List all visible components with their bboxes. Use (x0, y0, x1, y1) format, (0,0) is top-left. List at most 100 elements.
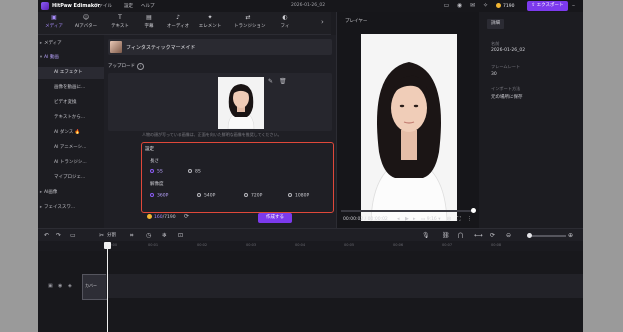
sidebar-item-my-projects[interactable]: マイプロジェ... (38, 172, 104, 184)
sidebar-item-label: AI アニメーシ... (54, 145, 87, 150)
visibility-icon[interactable]: ◉ (58, 283, 62, 289)
upload-hint: 人物の顔が写っている画像は、正面を向いた鮮明な画像を推奨してください。 (142, 132, 282, 137)
resolution-option-1080p[interactable]: 1080P (288, 193, 309, 199)
sidebar-item-ai-animation[interactable]: AI アニメーシ... (38, 142, 104, 154)
ruler-tick: 00:04 (295, 243, 306, 247)
sidebar-item-text-to-video[interactable]: テキストから... (38, 112, 104, 124)
account-icon[interactable]: ◉ (456, 2, 463, 9)
tab-details[interactable]: 詳細 (487, 19, 504, 29)
upload-area[interactable]: ✎ 🗑 (108, 73, 332, 131)
credit-balance[interactable]: 7190 (496, 3, 514, 9)
cover-clip[interactable]: カバー (82, 274, 108, 300)
radio-selected-icon (150, 169, 154, 173)
model-card[interactable]: フィンタスティックマーメイド (108, 39, 332, 55)
microphone-icon[interactable]: 🎙 (422, 232, 430, 239)
scrubber-handle[interactable] (471, 208, 476, 213)
menu-file[interactable]: ファイル (94, 3, 112, 9)
delete-icon[interactable]: ▭ (70, 232, 76, 239)
freeze-icon[interactable]: ❄ (162, 232, 167, 239)
sidebar-item-ai-video[interactable]: ▾ AI 動画 (38, 52, 104, 64)
aspect-ratio-select[interactable]: ▭ 9:16 ▾ (421, 217, 441, 222)
fullscreen-icon[interactable]: ⛶ (457, 216, 461, 222)
credit-value: 7190 (503, 4, 515, 9)
playhead-handle[interactable] (104, 242, 111, 249)
tab-element[interactable]: ✦ エレメント (196, 14, 224, 32)
length-label: 長さ (150, 159, 159, 164)
loop-icon[interactable]: ⟳ (490, 232, 495, 239)
resolution-option-540p[interactable]: 540P (197, 193, 215, 199)
tab-audio[interactable]: ♪ オーディオ (164, 14, 192, 32)
detail-value-import: 元の場所に保存 (491, 95, 523, 100)
crop-icon[interactable]: ⌗ (130, 232, 133, 240)
coin-icon (496, 3, 501, 8)
zoom-slider[interactable] (532, 235, 566, 237)
fire-icon: 🔥 (74, 130, 81, 135)
zoom-slider-handle[interactable] (527, 233, 532, 238)
tab-ai-avatar[interactable]: ☺ AIアバター (72, 14, 100, 32)
sidebar-item-label: AI 動画 (44, 55, 59, 60)
player-scrubber[interactable] (341, 210, 475, 212)
radio-selected-icon (150, 193, 154, 197)
scissors-icon[interactable]: ✂ (99, 232, 104, 239)
redo-icon[interactable]: ↷ (56, 232, 61, 239)
coin-icon (147, 214, 152, 219)
sidebar-item-label: メディア (44, 41, 62, 46)
tab-transition[interactable]: ⇄ トランジション (234, 14, 266, 32)
length-option-label: 8S (195, 169, 201, 175)
transition-icon: ⇄ (245, 14, 251, 21)
tab-media[interactable]: ▣ メディア (40, 14, 68, 32)
speed-icon[interactable]: ◷ (146, 232, 151, 239)
sidebar-item-ai-transition[interactable]: AI トランジシ... (38, 157, 104, 169)
tab-text-label: テキスト (111, 24, 129, 29)
settings-box: 設定 長さ 5S 8S 解像度 360P 540P 720P 1080P (141, 142, 334, 213)
minimize-icon[interactable]: – (570, 2, 577, 9)
length-option-5s[interactable]: 5S (150, 169, 163, 175)
resolution-option-360p[interactable]: 360P (150, 193, 168, 199)
more-icon[interactable]: ⋮ (467, 216, 472, 222)
tab-subtitle[interactable]: ▤ 字幕 (135, 14, 163, 32)
audio-icon[interactable]: ◈ (68, 283, 72, 289)
trash-icon[interactable]: 🗑 (279, 78, 287, 85)
sidebar-item-media[interactable]: ▸ メディア (38, 38, 104, 50)
gift-icon[interactable]: ✧ (482, 2, 489, 9)
radio-icon (188, 169, 192, 173)
next-frame-icon[interactable]: ▸ (413, 216, 416, 222)
menu-settings[interactable]: 設定 (124, 3, 133, 9)
sidebar-item-ai-dance[interactable]: AI ダンス 🔥 (38, 127, 104, 139)
magnet-icon[interactable]: ⋂ (458, 232, 463, 239)
snapshot-icon[interactable]: ◎ (447, 216, 451, 222)
refresh-icon[interactable]: ⟳ (184, 213, 189, 220)
play-icon[interactable]: ▶ (405, 216, 409, 222)
info-icon[interactable]: i (137, 63, 144, 70)
timeline-tracks: ▣ ◉ ◈ カバー (38, 251, 583, 332)
timeline-ruler[interactable]: 00:00 00:01 00:02 00:03 00:04 00:05 00:0… (38, 241, 583, 251)
sidebar-item-ai-effect[interactable]: AI エフェクト (38, 67, 104, 79)
sidebar-item-ai-image[interactable]: ▸ AI画像 (38, 187, 104, 199)
message-icon[interactable]: ✉ (469, 2, 476, 9)
prev-frame-icon[interactable]: ◂ (397, 216, 400, 222)
tab-text[interactable]: T テキスト (106, 14, 134, 32)
snap-icon[interactable]: ⟷ (474, 232, 483, 239)
zoom-in-icon[interactable]: ⊕ (568, 232, 573, 239)
lock-icon[interactable]: ▣ (48, 283, 53, 289)
playhead[interactable] (107, 242, 108, 332)
export-button[interactable]: ⇪ エクスポート (527, 1, 568, 11)
edit-icon[interactable]: ✎ (268, 78, 273, 85)
sidebar-item-label: フェイススワ... (44, 205, 76, 210)
sidebar-item-video-convert[interactable]: ビデオ変換 (38, 97, 104, 109)
length-option-8s[interactable]: 8S (188, 169, 201, 175)
sidebar-item-image-to-video[interactable]: 画像を動画に... (38, 82, 104, 94)
create-button[interactable]: 作成する (258, 213, 292, 223)
link-icon[interactable]: ⛓ (442, 232, 450, 239)
menu-help[interactable]: ヘルプ (141, 3, 155, 9)
zoom-out-icon[interactable]: ⊖ (506, 232, 511, 239)
chevron-right-icon[interactable]: › (321, 18, 324, 26)
sidebar-item-face-swap[interactable]: ▸ フェイススワ... (38, 202, 104, 214)
resolution-option-720p[interactable]: 720P (244, 193, 262, 199)
tab-filter[interactable]: ◐ フィ (271, 14, 299, 32)
crop-frame-icon[interactable]: ⊡ (178, 232, 183, 239)
video-track-lane[interactable] (106, 274, 583, 298)
undo-icon[interactable]: ↶ (44, 232, 49, 239)
upload-label: アップロード i (108, 63, 144, 70)
layout-icon[interactable]: ▭ (443, 2, 450, 9)
